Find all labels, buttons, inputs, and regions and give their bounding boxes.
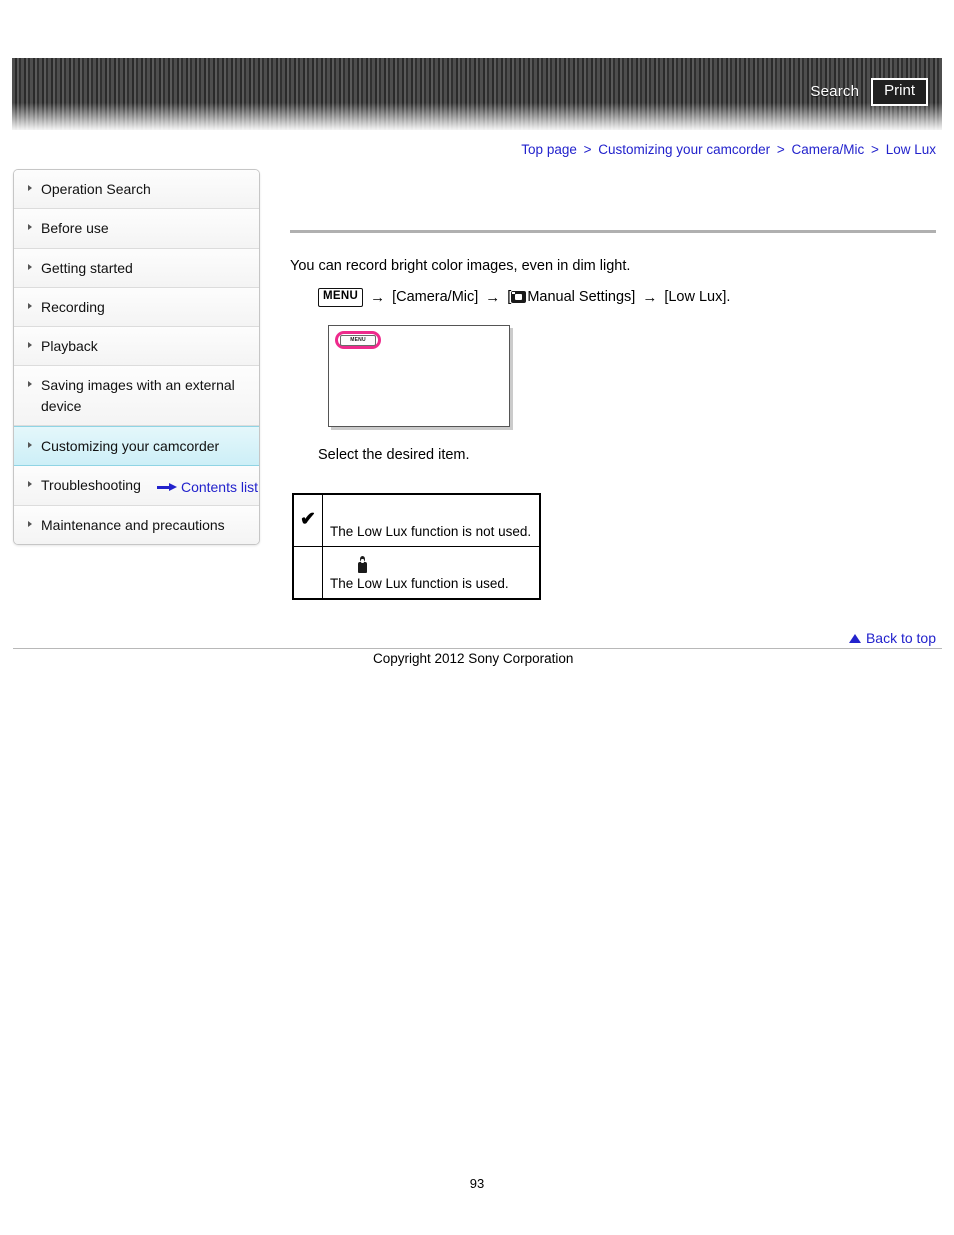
options-table: ✔ The Low Lux function is not used. The … bbox=[292, 492, 541, 600]
sidebar-item-label: Operation Search bbox=[41, 181, 151, 197]
option-description-cell: The Low Lux function is not used. bbox=[322, 493, 541, 547]
arrow-right-icon bbox=[156, 482, 177, 492]
table-row[interactable]: The Low Lux function is used. bbox=[292, 545, 541, 600]
sidebar-item-label: Maintenance and precautions bbox=[41, 516, 225, 533]
copyright-text: Copyright 2012 Sony Corporation bbox=[373, 651, 574, 666]
back-to-top-row[interactable]: Back to top bbox=[848, 630, 936, 646]
triangle-up-icon bbox=[848, 633, 861, 643]
menu-path: MENU → [Camera/Mic] → [Manual Settings] … bbox=[318, 288, 936, 307]
sidebar-item-label: Playback bbox=[41, 338, 98, 355]
breadcrumb-item-top-page[interactable]: Top page bbox=[521, 142, 577, 157]
main-content: You can record bright color images, even… bbox=[290, 169, 936, 600]
triangle-right-icon bbox=[28, 342, 32, 349]
breadcrumb-item-camera-mic[interactable]: Camera/Mic bbox=[792, 142, 865, 157]
screen-menu-button-label: MENU bbox=[350, 336, 366, 343]
triangle-right-icon bbox=[28, 381, 32, 388]
menu-step-manual-settings: Manual Settings] bbox=[527, 289, 636, 306]
sidebar-item-operation-search[interactable]: Operation Search bbox=[14, 170, 259, 210]
candle-icon bbox=[358, 555, 367, 573]
option-description-cell: The Low Lux function is used. bbox=[322, 545, 541, 600]
intro-text: You can record bright color images, even… bbox=[290, 258, 631, 274]
option-description: The Low Lux function is not used. bbox=[330, 523, 532, 539]
breadcrumb-separator: > bbox=[871, 142, 879, 157]
contents-list-row: Contents list bbox=[13, 479, 258, 495]
menu-step-low-lux: [Low Lux]. bbox=[664, 289, 731, 306]
option-mark-cell bbox=[292, 545, 323, 600]
header-controls: Search Print bbox=[810, 78, 928, 106]
menu-chip: MENU bbox=[318, 288, 364, 307]
table-row[interactable]: ✔ The Low Lux function is not used. bbox=[292, 493, 541, 547]
candle-wick bbox=[361, 558, 364, 563]
sidebar-item-label: Customizing your camcorder bbox=[41, 438, 220, 455]
sidebar-item-before-use[interactable]: Before use bbox=[14, 209, 259, 249]
sidebar-item-label: Recording bbox=[41, 298, 105, 315]
triangle-right-icon bbox=[28, 302, 32, 309]
search-link[interactable]: Search bbox=[810, 83, 859, 100]
page-number: 93 bbox=[469, 1176, 485, 1191]
footer-divider bbox=[13, 648, 942, 649]
breadcrumb-item-low-lux[interactable]: Low Lux bbox=[886, 142, 936, 157]
breadcrumb: Top page > Customizing your camcorder > … bbox=[521, 142, 936, 157]
screen-menu-button: MENU bbox=[340, 334, 376, 346]
sidebar-item-saving-images-with-an-external-device[interactable]: Saving images with an external device bbox=[14, 366, 259, 427]
sidebar-item-recording[interactable]: Recording bbox=[14, 287, 259, 328]
select-item-text: Select the desired item. bbox=[318, 446, 470, 463]
breadcrumb-item-customizing-your-camcorder[interactable]: Customizing your camcorder bbox=[598, 142, 770, 157]
sidebar-item-label: Before use bbox=[41, 220, 109, 237]
back-to-top-link[interactable]: Back to top bbox=[866, 630, 936, 646]
triangle-right-icon bbox=[28, 185, 32, 191]
arrow-right-icon: → bbox=[370, 288, 386, 306]
sidebar-item-playback[interactable]: Playback bbox=[14, 327, 259, 367]
breadcrumb-separator: > bbox=[776, 142, 785, 157]
sidebar-item-maintenance-and-precautions[interactable]: Maintenance and precautions bbox=[14, 505, 259, 544]
triangle-right-icon bbox=[28, 520, 32, 527]
sidebar-item-label: Saving images with an external device bbox=[41, 377, 235, 414]
print-button[interactable]: Print bbox=[871, 78, 928, 106]
triangle-right-icon bbox=[28, 263, 32, 270]
menu-step-camera-mic: [Camera/Mic] bbox=[392, 289, 479, 306]
arrow-right-icon: → bbox=[485, 288, 501, 306]
header-banner: Search Print bbox=[12, 58, 942, 130]
content-divider bbox=[290, 230, 936, 233]
sidebar-item-getting-started[interactable]: Getting started bbox=[14, 248, 259, 288]
sidebar-item-label: Getting started bbox=[41, 259, 133, 276]
candle-body bbox=[358, 561, 367, 573]
check-icon: ✔ bbox=[300, 509, 316, 531]
sidebar-item-customizing-your-camcorder[interactable]: Customizing your camcorder bbox=[14, 426, 259, 467]
triangle-right-icon bbox=[28, 224, 32, 231]
breadcrumb-separator: > bbox=[583, 142, 592, 157]
option-mark-cell: ✔ bbox=[292, 493, 323, 547]
contents-list-link[interactable]: Contents list bbox=[181, 479, 258, 495]
option-description: The Low Lux function is used. bbox=[330, 575, 509, 591]
triangle-right-icon bbox=[28, 442, 32, 449]
screen-illustration: MENU bbox=[328, 324, 510, 427]
manual-settings-icon bbox=[511, 291, 527, 304]
arrow-right-icon: → bbox=[642, 288, 658, 306]
